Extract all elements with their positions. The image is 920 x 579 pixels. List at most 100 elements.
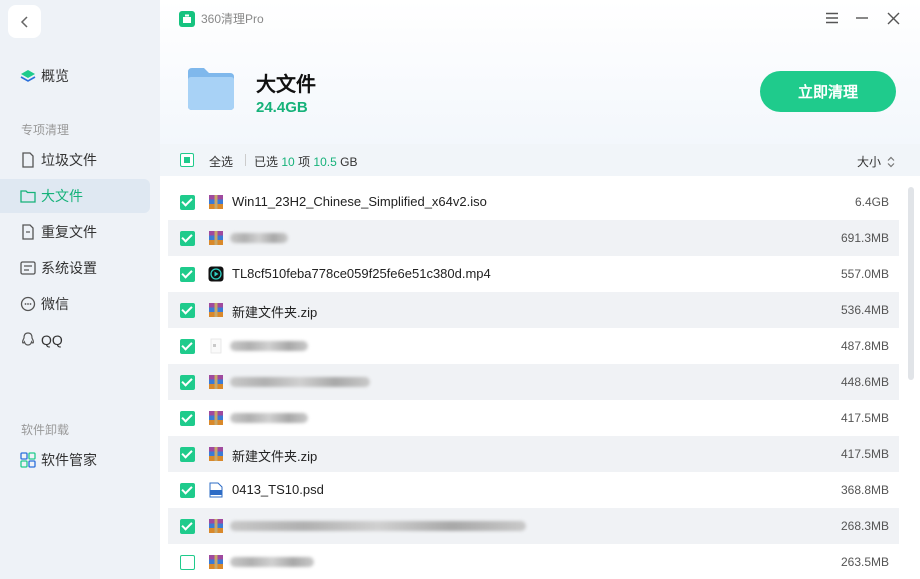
file-name: TL8cf510feba778ce059f25fe6e51c380d.mp4 bbox=[232, 266, 491, 281]
large-folder-icon bbox=[188, 68, 234, 110]
sidebar-item-label: 重复文件 bbox=[41, 224, 97, 240]
row-checkbox[interactable] bbox=[180, 231, 195, 246]
minimize-button[interactable] bbox=[853, 9, 871, 27]
table-row[interactable]: 263.5MB bbox=[168, 544, 899, 579]
list-toolbar: 全选 已选 10 项 10.5 GB 大小 bbox=[160, 144, 920, 176]
file-size: 417.5MB bbox=[840, 447, 889, 461]
redacted-file-name bbox=[230, 233, 288, 243]
select-all-label[interactable]: 全选 bbox=[209, 153, 233, 170]
row-checkbox[interactable] bbox=[180, 411, 195, 426]
archive-icon bbox=[209, 195, 223, 209]
file-icon bbox=[19, 151, 37, 169]
sort-label: 大小 bbox=[856, 155, 881, 169]
file-size: 557.0MB bbox=[840, 267, 889, 281]
redacted-file-name bbox=[230, 413, 308, 423]
file-size: 263.5MB bbox=[840, 555, 889, 569]
archive-icon bbox=[209, 555, 223, 569]
sidebar-item-label: 大文件 bbox=[41, 188, 83, 204]
count-unit: 项 bbox=[298, 155, 311, 169]
row-checkbox[interactable] bbox=[180, 267, 195, 282]
row-checkbox[interactable] bbox=[180, 447, 195, 462]
sidebar-item-large-files[interactable]: 大文件 bbox=[0, 179, 150, 213]
file-size: 268.3MB bbox=[840, 519, 889, 533]
sidebar: 概览 专项清理 垃圾文件 大文件 重复文件 系统设置 微信 QQ 软件卸载 软件… bbox=[0, 0, 160, 579]
file-name: Win11_23H2_Chinese_Simplified_x64v2.iso bbox=[232, 194, 487, 209]
row-checkbox[interactable] bbox=[180, 303, 195, 318]
clean-now-button[interactable]: 立即清理 bbox=[760, 71, 896, 112]
layers-icon bbox=[19, 67, 37, 85]
sidebar-item-qq[interactable]: QQ bbox=[0, 323, 150, 357]
row-checkbox[interactable] bbox=[180, 375, 195, 390]
file-size: 691.3MB bbox=[840, 231, 889, 245]
close-icon bbox=[887, 12, 899, 24]
table-row[interactable]: 268.3MB bbox=[168, 508, 899, 544]
app-title: 360清理Pro bbox=[201, 12, 264, 26]
table-row[interactable]: TL8cf510feba778ce059f25fe6e51c380d.mp4 5… bbox=[168, 256, 899, 292]
qq-icon bbox=[19, 331, 37, 349]
table-row[interactable]: 487.8MB bbox=[168, 328, 899, 364]
duplicate-file-icon bbox=[19, 223, 37, 241]
menu-button[interactable] bbox=[823, 9, 841, 27]
redacted-file-name bbox=[230, 377, 370, 387]
close-button[interactable] bbox=[884, 9, 902, 27]
selected-size: 10.5 bbox=[313, 155, 337, 169]
redacted-file-name bbox=[230, 341, 308, 351]
sidebar-item-label: QQ bbox=[41, 332, 63, 348]
file-list: Win11_23H2_Chinese_Simplified_x64v2.iso … bbox=[168, 184, 899, 579]
table-row[interactable]: 448.6MB bbox=[168, 364, 899, 400]
total-size: 24.4GB bbox=[256, 99, 308, 116]
archive-icon bbox=[209, 303, 223, 317]
redacted-file-name bbox=[230, 521, 526, 531]
row-checkbox[interactable] bbox=[180, 555, 195, 570]
file-name: 0413_TS10.psd bbox=[232, 482, 324, 497]
sidebar-item-duplicate-files[interactable]: 重复文件 bbox=[0, 215, 150, 249]
selected-summary: 已选 10 项 10.5 GB bbox=[254, 153, 357, 170]
app-logo-icon bbox=[179, 10, 195, 27]
section-label-special: 专项清理 bbox=[21, 123, 70, 137]
archive-icon bbox=[209, 519, 223, 533]
blank-file-icon bbox=[210, 338, 222, 354]
back-button[interactable] bbox=[8, 5, 41, 38]
psd-icon bbox=[209, 482, 223, 498]
select-all-checkbox[interactable] bbox=[180, 153, 194, 167]
sort-icon bbox=[887, 156, 895, 167]
table-row[interactable]: 新建文件夹.zip 536.4MB bbox=[168, 292, 899, 328]
sidebar-item-junk-files[interactable]: 垃圾文件 bbox=[0, 143, 150, 177]
divider bbox=[245, 154, 246, 166]
app-title-bar: 360清理Pro bbox=[179, 10, 264, 27]
chevron-left-icon bbox=[20, 15, 28, 28]
section-label-uninstall: 软件卸载 bbox=[21, 423, 70, 437]
sidebar-item-wechat[interactable]: 微信 bbox=[0, 287, 150, 321]
size-unit: GB bbox=[340, 155, 358, 169]
file-size: 536.4MB bbox=[840, 303, 889, 317]
sidebar-item-label: 概览 bbox=[41, 68, 69, 84]
sidebar-item-label: 垃圾文件 bbox=[41, 152, 97, 168]
archive-icon bbox=[209, 447, 223, 461]
main-panel: 360清理Pro 大文件 24.4GB 立即清理 全选 已选 10 项 10.5… bbox=[160, 0, 920, 579]
folder-icon bbox=[19, 187, 37, 205]
row-checkbox[interactable] bbox=[180, 519, 195, 534]
redacted-file-name bbox=[230, 557, 314, 567]
archive-icon bbox=[209, 411, 223, 425]
table-row[interactable]: 新建文件夹.zip 417.5MB bbox=[168, 436, 899, 472]
archive-icon bbox=[209, 375, 223, 389]
table-row[interactable]: 0413_TS10.psd 368.8MB bbox=[168, 472, 899, 508]
row-checkbox[interactable] bbox=[180, 339, 195, 354]
chat-icon bbox=[19, 295, 37, 313]
sidebar-item-label: 系统设置 bbox=[41, 260, 97, 276]
row-checkbox[interactable] bbox=[180, 483, 195, 498]
scrollbar[interactable] bbox=[908, 187, 914, 380]
sidebar-item-software-manager[interactable]: 软件管家 bbox=[0, 443, 150, 477]
table-row[interactable]: Win11_23H2_Chinese_Simplified_x64v2.iso … bbox=[168, 184, 899, 220]
settings-panel-icon bbox=[19, 259, 37, 277]
row-checkbox[interactable] bbox=[180, 195, 195, 210]
table-row[interactable]: 417.5MB bbox=[168, 400, 899, 436]
file-size: 6.4GB bbox=[854, 195, 889, 209]
sidebar-item-overview[interactable]: 概览 bbox=[0, 59, 150, 93]
sidebar-item-system-settings[interactable]: 系统设置 bbox=[0, 251, 150, 285]
selected-count: 10 bbox=[281, 155, 295, 169]
table-row[interactable]: 691.3MB bbox=[168, 220, 899, 256]
archive-icon bbox=[209, 231, 223, 245]
sidebar-item-label: 微信 bbox=[41, 296, 69, 312]
sort-by-size-button[interactable]: 大小 bbox=[857, 153, 896, 170]
